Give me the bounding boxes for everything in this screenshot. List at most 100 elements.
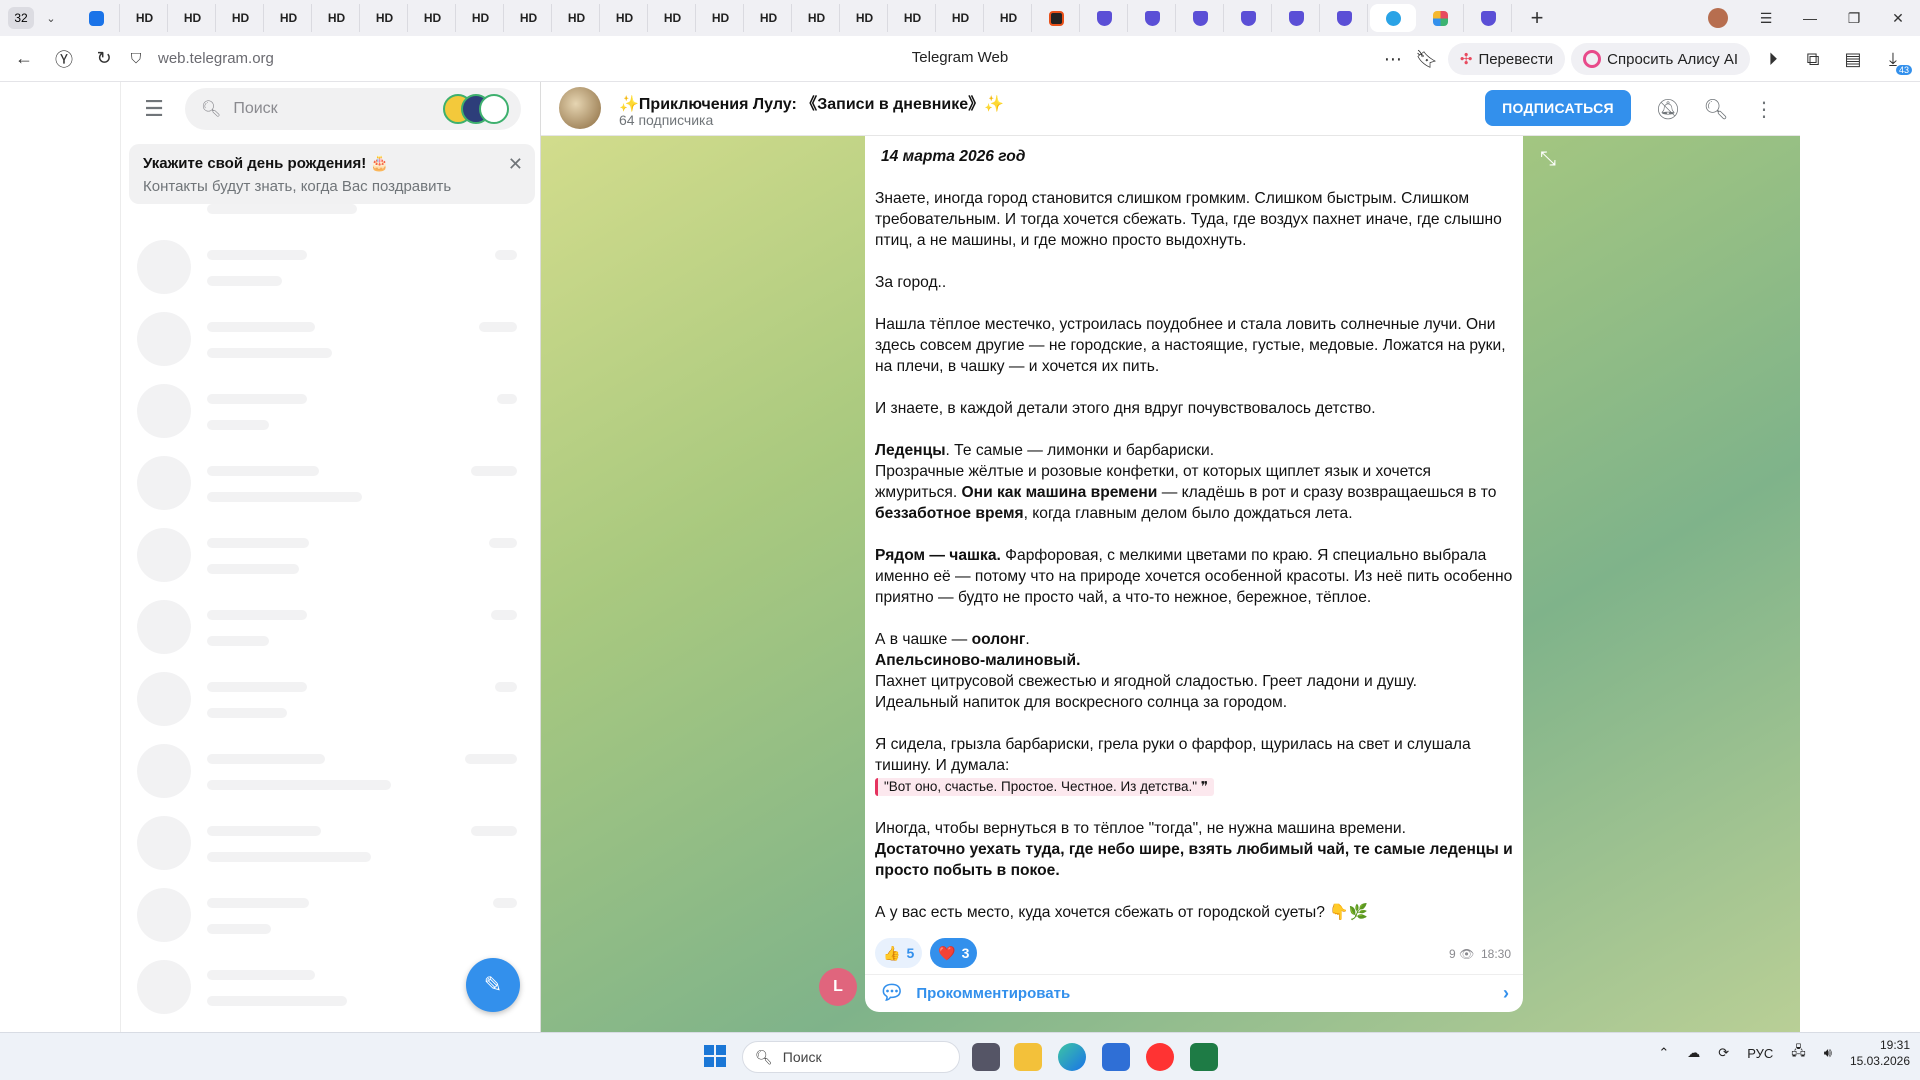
extensions-icon[interactable]: ⧉ [1796, 41, 1830, 77]
chat-panel: ✨Приключения Лулу: 《Записи в дневнике》✨ … [541, 82, 1800, 1032]
tab-hd[interactable]: HD [650, 4, 696, 32]
onedrive-icon[interactable]: ☁︎ [1687, 1045, 1700, 1061]
thumbs-up-icon: 👍 [883, 944, 901, 961]
site-info-icon[interactable]: ⛉ [124, 41, 148, 77]
tab-shield[interactable] [1322, 4, 1368, 32]
chevron-right-icon: › [1503, 983, 1509, 1003]
edge-icon[interactable] [1058, 1043, 1086, 1071]
search-icon: 🔍︎ [201, 101, 222, 118]
reaction-thumbs-up[interactable]: 👍 5 [875, 938, 923, 968]
reaction-heart[interactable]: ❤️ 3 [930, 938, 978, 968]
downloads-icon[interactable]: ⤓ 43 [1876, 41, 1912, 77]
language-indicator[interactable]: РУС [1747, 1046, 1773, 1061]
search-icon[interactable]: 🔍︎ [1703, 96, 1729, 122]
tab-hd[interactable]: HD [602, 4, 648, 32]
compose-button[interactable]: ✎ [466, 958, 520, 1012]
tab-app[interactable] [1034, 4, 1080, 32]
chat-skeleton [137, 204, 527, 218]
tab-hd[interactable]: HD [554, 4, 600, 32]
tab-shield[interactable] [1274, 4, 1320, 32]
tab-hd[interactable]: HD [506, 4, 552, 32]
tab-shield[interactable] [1082, 4, 1128, 32]
hamburger-menu-icon[interactable]: ☰ [141, 96, 167, 122]
story-avatar[interactable] [479, 94, 509, 124]
telegram-app: ☰ 🔍︎ Поиск Укажите свой день рождения! 🎂… [0, 82, 1920, 1032]
back-icon[interactable]: ← [4, 41, 44, 77]
chat-skeleton [137, 744, 527, 800]
commenter-avatar[interactable]: L [819, 968, 857, 1006]
tab-hd[interactable]: HD [458, 4, 504, 32]
new-tab-button[interactable]: + [1522, 4, 1552, 32]
close-icon[interactable]: ✕ [1876, 10, 1920, 27]
more-vertical-icon[interactable]: ⋮ [1751, 96, 1777, 122]
task-view-icon[interactable] [972, 1043, 1000, 1071]
profile-avatar[interactable] [1708, 8, 1728, 28]
chat-header[interactable]: ✨Приключения Лулу: 《Записи в дневнике》✨ … [541, 82, 1800, 136]
tab-hd[interactable]: HD [794, 4, 840, 32]
tab-shield[interactable] [1226, 4, 1272, 32]
more-icon[interactable]: ⋯ [1380, 41, 1406, 77]
network-icon[interactable]: 🖧︎ [1791, 1042, 1806, 1064]
bookmark-icon[interactable]: 🔖︎ [1412, 41, 1442, 77]
chevron-down-icon[interactable]: ⌄ [38, 7, 64, 29]
tab-hd[interactable]: HD [938, 4, 984, 32]
search-input[interactable]: 🔍︎ Поиск [185, 88, 521, 130]
collections-icon[interactable]: ▤ [1836, 41, 1870, 77]
channel-avatar[interactable] [559, 87, 601, 129]
tab-hd[interactable]: HD [122, 4, 168, 32]
start-button[interactable] [704, 1045, 726, 1067]
address-bar: ← Ⓨ ↻ ⛉ web.telegram.org Telegram Web ⋯ … [0, 36, 1920, 82]
post-paragraph: Я сидела, грызла барбариски, грела руки … [875, 736, 1471, 796]
tab-shield[interactable] [1178, 4, 1224, 32]
tab-telegram[interactable] [1370, 4, 1416, 32]
collapse-icon[interactable]: ⤡ [1533, 144, 1563, 174]
post-date: 14 марта 2026 год [881, 148, 1026, 165]
translate-icon: ✣ [1459, 51, 1473, 68]
chevron-up-icon[interactable]: ⌃ [1658, 1045, 1669, 1061]
tab-hd[interactable]: HD [698, 4, 744, 32]
media-icon[interactable]: ⏵ [1756, 41, 1790, 77]
search-icon: 🔍︎ [755, 1048, 773, 1065]
sync-icon[interactable]: ⟳ [1718, 1045, 1729, 1061]
tab-hd[interactable]: HD [170, 4, 216, 32]
alice-button[interactable]: Спросить Алису AI [1571, 43, 1750, 75]
excel-icon[interactable] [1190, 1043, 1218, 1071]
post-paragraph: А в чашке — оолонг. Апельсиново-малиновый… [875, 631, 1417, 711]
tab-chat[interactable] [74, 4, 120, 32]
tab-shield[interactable] [1130, 4, 1176, 32]
translate-button[interactable]: ✣ Перевести [1447, 43, 1566, 75]
alice-icon [1583, 50, 1602, 68]
menu-icon[interactable]: ☰ [1744, 10, 1788, 27]
comment-button[interactable]: 💬︎ Прокомментировать › [865, 974, 1523, 1012]
tab-hd[interactable]: HD [410, 4, 456, 32]
tab-hd[interactable]: HD [266, 4, 312, 32]
url-field[interactable]: web.telegram.org [158, 50, 274, 67]
tab-hd[interactable]: HD [218, 4, 264, 32]
minimize-icon[interactable]: — [1788, 10, 1832, 26]
heart-icon: ❤️ [938, 944, 956, 961]
subscribe-button[interactable]: ПОДПИСАТЬСЯ [1485, 90, 1631, 126]
tab-hd[interactable]: HD [362, 4, 408, 32]
tab-hd[interactable]: HD [986, 4, 1032, 32]
tab-hd[interactable]: HD [842, 4, 888, 32]
post-paragraph: И знаете, в каждой детали этого дня вдру… [875, 400, 1376, 417]
yandex-browser-icon[interactable] [1146, 1043, 1174, 1071]
tab-hd[interactable]: HD [890, 4, 936, 32]
tab-shield[interactable] [1466, 4, 1512, 32]
maximize-icon[interactable]: ❐ [1832, 10, 1876, 27]
stories-avatars[interactable] [443, 94, 509, 124]
volume-icon[interactable]: 🔊︎ [1824, 1045, 1832, 1061]
close-icon[interactable]: ✕ [508, 154, 523, 175]
tab-hd[interactable]: HD [746, 4, 792, 32]
store-icon[interactable] [1102, 1043, 1130, 1071]
taskbar-search[interactable]: 🔍︎ Поиск [742, 1041, 960, 1073]
reload-icon[interactable]: ↻ [84, 41, 124, 77]
clock[interactable]: 19:31 15.03.2026 [1850, 1037, 1910, 1069]
birthday-banner[interactable]: Укажите свой день рождения! 🎂 Контакты б… [129, 144, 535, 204]
tab-count-badge[interactable]: 32 [8, 7, 34, 29]
mute-bell-icon[interactable]: 🔕︎ [1655, 96, 1681, 122]
yandex-icon[interactable]: Ⓨ [44, 41, 84, 77]
file-explorer-icon[interactable] [1014, 1043, 1042, 1071]
tab-apps[interactable] [1418, 4, 1464, 32]
tab-hd[interactable]: HD [314, 4, 360, 32]
